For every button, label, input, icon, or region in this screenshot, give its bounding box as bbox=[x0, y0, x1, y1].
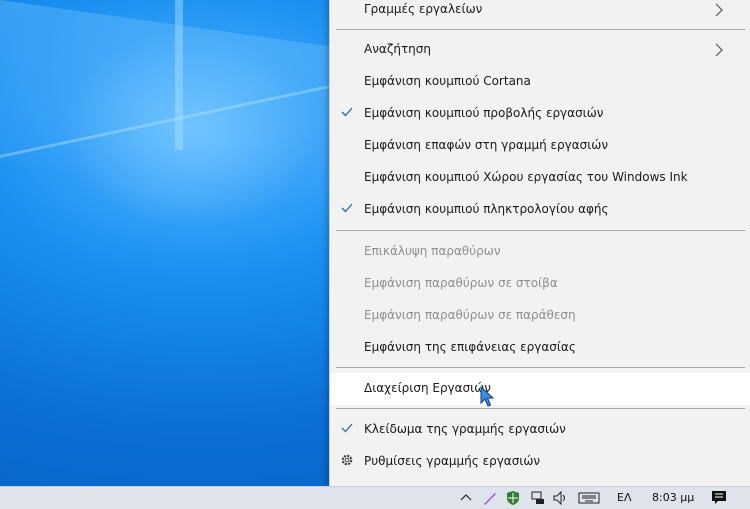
menu-item-toolbars[interactable]: Γραμμές εργαλείων bbox=[330, 0, 750, 24]
volume-icon[interactable] bbox=[552, 490, 568, 506]
wallpaper-window-pane bbox=[0, 0, 330, 207]
menu-item-label: Ρυθμίσεις γραμμής εργασιών bbox=[364, 454, 541, 468]
menu-item-label: Αναζήτηση bbox=[364, 42, 431, 56]
menu-item-show-cortana[interactable]: Εμφάνιση κουμπιού Cortana bbox=[330, 68, 750, 96]
menu-separator bbox=[336, 29, 745, 30]
menu-item-show-people[interactable]: Εμφάνιση επαφών στη γραμμή εργασιών bbox=[330, 132, 750, 160]
menu-item-show-task-view[interactable]: Εμφάνιση κουμπιού προβολής εργασιών bbox=[330, 100, 750, 128]
show-hidden-icons-chevron-up-icon[interactable] bbox=[460, 490, 472, 506]
menu-item-show-touch-keyboard[interactable]: Εμφάνιση κουμπιού πληκτρολογίου αφής bbox=[330, 196, 750, 224]
input-language-indicator[interactable]: ΕΛ bbox=[617, 491, 631, 504]
checkmark-icon bbox=[341, 107, 353, 117]
menu-item-label: Κλείδωμα της γραμμής εργασιών bbox=[364, 422, 566, 436]
windows-security-shield-icon[interactable] bbox=[505, 490, 521, 506]
menu-item-label: Επικάλυψη παραθύρων bbox=[364, 244, 501, 258]
menu-item-search[interactable]: Αναζήτηση bbox=[330, 36, 750, 64]
network-icon[interactable] bbox=[530, 490, 546, 506]
menu-item-taskbar-settings[interactable]: Ρυθμίσεις γραμμής εργασιών bbox=[330, 448, 750, 476]
menu-separator bbox=[336, 408, 745, 409]
menu-item-side-by-side-windows: Εμφάνιση παραθύρων σε παράθεση bbox=[330, 302, 750, 330]
menu-item-label: Εμφάνιση κουμπιού Cortana bbox=[364, 74, 531, 88]
menu-item-show-ink[interactable]: Εμφάνιση κουμπιού Χώρου εργασίας του Win… bbox=[330, 164, 750, 192]
menu-separator bbox=[336, 367, 745, 368]
taskbar[interactable]: ΕΛ 8:03 μμ bbox=[0, 486, 750, 509]
checkmark-icon bbox=[341, 203, 353, 213]
menu-item-label: Διαχείριση Εργασιών bbox=[364, 381, 491, 395]
menu-item-cascade-windows: Επικάλυψη παραθύρων bbox=[330, 238, 750, 266]
taskbar-context-menu: Γραμμές εργαλείων Αναζήτηση Εμφάνιση κου… bbox=[329, 0, 750, 486]
menu-item-label: Εμφάνιση επαφών στη γραμμή εργασιών bbox=[364, 138, 609, 152]
chevron-right-icon bbox=[715, 3, 723, 17]
checkmark-icon bbox=[341, 423, 353, 433]
action-center-notification-icon[interactable] bbox=[711, 490, 727, 506]
menu-item-label: Εμφάνιση παραθύρων σε στοίβα bbox=[364, 276, 558, 290]
menu-item-task-manager[interactable]: Διαχείριση Εργασιών bbox=[330, 373, 750, 405]
menu-item-label: Εμφάνιση κουμπιού Χώρου εργασίας του Win… bbox=[364, 170, 688, 184]
mouse-pointer-icon bbox=[480, 386, 495, 407]
menu-separator bbox=[336, 230, 745, 231]
menu-item-show-desktop[interactable]: Εμφάνιση της επιφάνειας εργασίας bbox=[330, 334, 750, 362]
gear-icon bbox=[341, 454, 353, 466]
menu-item-stacked-windows: Εμφάνιση παραθύρων σε στοίβα bbox=[330, 270, 750, 298]
menu-item-label: Γραμμές εργαλείων bbox=[364, 2, 483, 16]
wallpaper-window-frame-vertical bbox=[175, 0, 183, 150]
windows-ink-pen-icon[interactable] bbox=[482, 490, 498, 506]
taskbar-clock[interactable]: 8:03 μμ bbox=[652, 491, 694, 504]
menu-item-label: Εμφάνιση παραθύρων σε παράθεση bbox=[364, 308, 576, 322]
menu-item-label: Εμφάνιση κουμπιού προβολής εργασιών bbox=[364, 106, 604, 120]
chevron-right-icon bbox=[715, 43, 723, 57]
menu-item-lock-taskbar[interactable]: Κλείδωμα της γραμμής εργασιών bbox=[330, 416, 750, 444]
touch-keyboard-icon[interactable] bbox=[578, 490, 600, 506]
menu-item-label: Εμφάνιση της επιφάνειας εργασίας bbox=[364, 340, 576, 354]
menu-item-label: Εμφάνιση κουμπιού πληκτρολογίου αφής bbox=[364, 202, 609, 216]
